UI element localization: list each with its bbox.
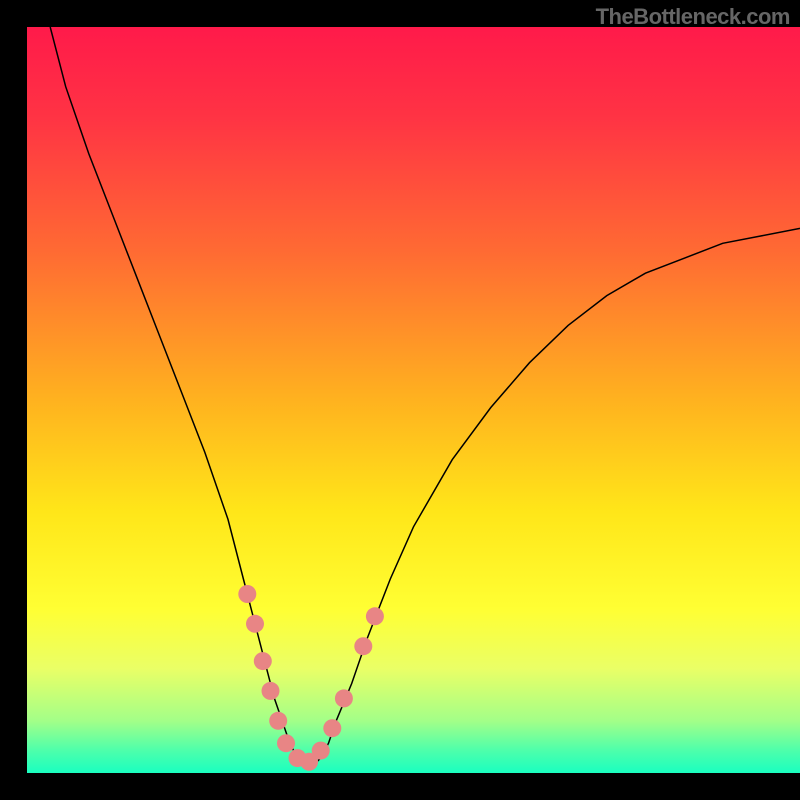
marker-point [254,652,272,670]
source-watermark: TheBottleneck.com [596,4,790,30]
marker-point [335,689,353,707]
chart-frame: TheBottleneck.com [0,0,800,800]
marker-point [269,712,287,730]
plot-area [27,27,800,773]
gradient-background [27,27,800,773]
marker-point [262,682,280,700]
marker-point [238,585,256,603]
marker-point [277,734,295,752]
chart-svg [27,27,800,773]
marker-point [323,719,341,737]
marker-point [312,742,330,760]
marker-point [366,607,384,625]
marker-point [354,637,372,655]
marker-point [246,615,264,633]
